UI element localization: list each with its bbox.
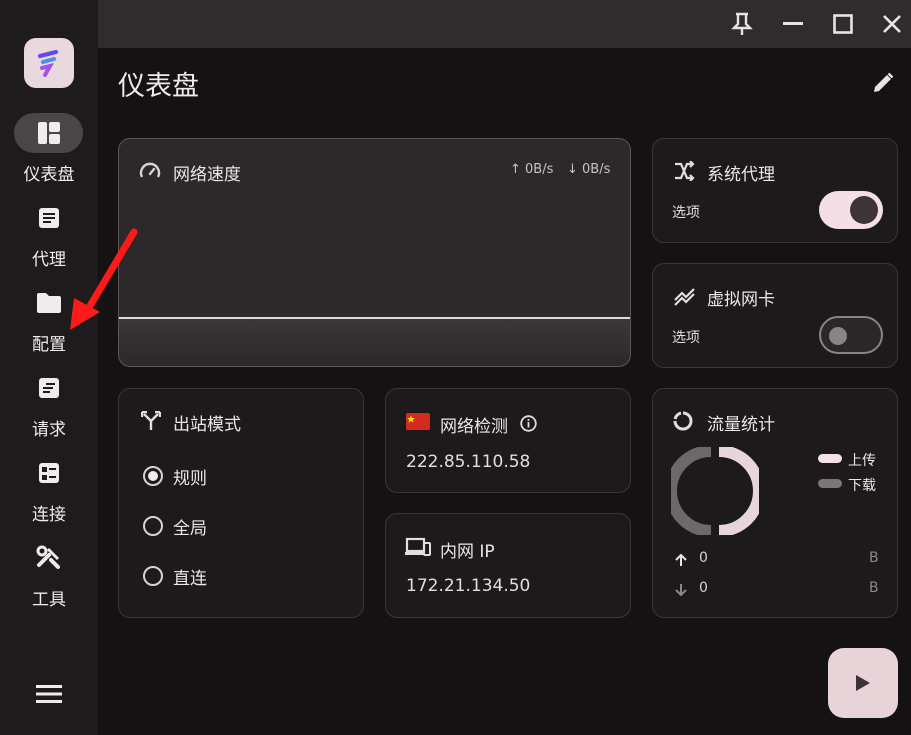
trending-icon bbox=[673, 286, 697, 310]
china-flag-icon bbox=[406, 413, 430, 430]
download-legend-swatch bbox=[818, 479, 842, 488]
speedometer-icon bbox=[139, 161, 161, 185]
radio-direct[interactable] bbox=[143, 566, 163, 586]
upload-total-value: 0 bbox=[699, 550, 708, 566]
close-icon[interactable] bbox=[877, 9, 907, 39]
fork-icon bbox=[140, 410, 162, 435]
system-proxy-title: 系统代理 bbox=[707, 165, 775, 185]
intranet-ip-value: 172.21.134.50 bbox=[406, 576, 531, 596]
radio-global[interactable] bbox=[143, 516, 163, 536]
edit-icon[interactable] bbox=[866, 66, 900, 100]
radio-label-global[interactable]: 全局 bbox=[173, 514, 207, 539]
menu-icon[interactable] bbox=[34, 680, 64, 708]
virtual-nic-toggle[interactable] bbox=[819, 316, 883, 354]
intranet-ip-card: 内网 IP 172.21.134.50 bbox=[385, 513, 631, 618]
nav-label-requests: 请求 bbox=[32, 420, 66, 440]
page-title: 仪表盘 bbox=[118, 71, 199, 102]
radio-label-rule[interactable]: 规则 bbox=[173, 464, 207, 489]
arrow-down-icon bbox=[674, 582, 688, 601]
dashboard-icon bbox=[14, 113, 83, 153]
network-check-card: 网络检测 222.85.110.58 bbox=[385, 388, 631, 493]
upload-arc bbox=[718, 447, 759, 535]
network-check-title: 网络检测 bbox=[440, 417, 508, 437]
network-speed-card: 网络速度 ↑ 0B/s ↓ 0B/s bbox=[118, 138, 631, 367]
nav-item-tools[interactable]: 工具 bbox=[0, 538, 98, 613]
nav-label-connections: 连接 bbox=[32, 505, 66, 525]
devices-icon bbox=[405, 537, 431, 561]
donut-chart-icon bbox=[673, 411, 693, 435]
network-speed-title: 网络速度 bbox=[173, 165, 241, 185]
virtual-nic-options-link[interactable]: 选项 bbox=[672, 327, 700, 347]
traffic-stats-title: 流量统计 bbox=[707, 415, 775, 435]
maximize-icon[interactable] bbox=[828, 9, 858, 39]
upload-legend-label: 上传 bbox=[848, 453, 876, 469]
outbound-mode-title: 出站模式 bbox=[173, 415, 241, 435]
outbound-mode-card: 出站模式 规则 全局 直连 bbox=[118, 388, 364, 618]
download-total-unit: B bbox=[869, 580, 879, 596]
intranet-ip-title: 内网 IP bbox=[440, 542, 495, 562]
sidebar: 仪表盘 代理 配置 请求 连接 工具 bbox=[0, 0, 98, 735]
radio-rule[interactable] bbox=[143, 466, 163, 486]
request-icon bbox=[14, 368, 83, 408]
toggle-knob bbox=[829, 327, 847, 345]
info-icon[interactable] bbox=[520, 415, 537, 436]
logo-icon bbox=[38, 50, 58, 77]
download-total-value: 0 bbox=[699, 580, 708, 596]
nav-item-requests[interactable]: 请求 bbox=[0, 368, 98, 443]
system-proxy-toggle[interactable] bbox=[819, 191, 883, 229]
traffic-stats-card: 流量统计 上传 下载 0 B 0 B bbox=[652, 388, 898, 618]
speed-graph-line bbox=[119, 317, 630, 319]
shuffle-icon bbox=[673, 160, 695, 185]
arrow-up-icon bbox=[674, 552, 688, 571]
public-ip-value: 222.85.110.58 bbox=[406, 452, 531, 472]
system-proxy-card: 系统代理 选项 bbox=[652, 138, 898, 243]
nav-item-connections[interactable]: 连接 bbox=[0, 453, 98, 528]
upload-speed: ↑ 0B/s bbox=[510, 162, 554, 177]
nav-label-dashboard: 仪表盘 bbox=[23, 165, 75, 185]
upload-legend-swatch bbox=[818, 454, 842, 463]
virtual-nic-card: 虚拟网卡 选项 bbox=[652, 263, 898, 368]
play-icon bbox=[856, 675, 870, 691]
download-legend-label: 下载 bbox=[848, 478, 876, 494]
nav-item-dashboard[interactable]: 仪表盘 bbox=[0, 113, 98, 188]
system-proxy-options-link[interactable]: 选项 bbox=[672, 202, 700, 222]
annotation-arrow bbox=[70, 228, 138, 330]
tools-icon bbox=[14, 538, 83, 578]
radio-label-direct[interactable]: 直连 bbox=[173, 564, 207, 589]
traffic-donut-chart bbox=[671, 447, 759, 535]
pin-icon[interactable] bbox=[727, 9, 757, 39]
virtual-nic-title: 虚拟网卡 bbox=[707, 290, 775, 310]
app-logo bbox=[24, 38, 74, 88]
download-arc bbox=[671, 447, 712, 535]
download-speed: ↓ 0B/s bbox=[567, 162, 611, 177]
nav-label-tools: 工具 bbox=[32, 590, 66, 610]
connection-icon bbox=[14, 453, 83, 493]
upload-total-unit: B bbox=[869, 550, 879, 566]
minimize-icon[interactable] bbox=[778, 9, 808, 39]
start-button[interactable] bbox=[828, 648, 898, 718]
title-bar bbox=[98, 0, 911, 48]
toggle-knob bbox=[850, 196, 878, 224]
